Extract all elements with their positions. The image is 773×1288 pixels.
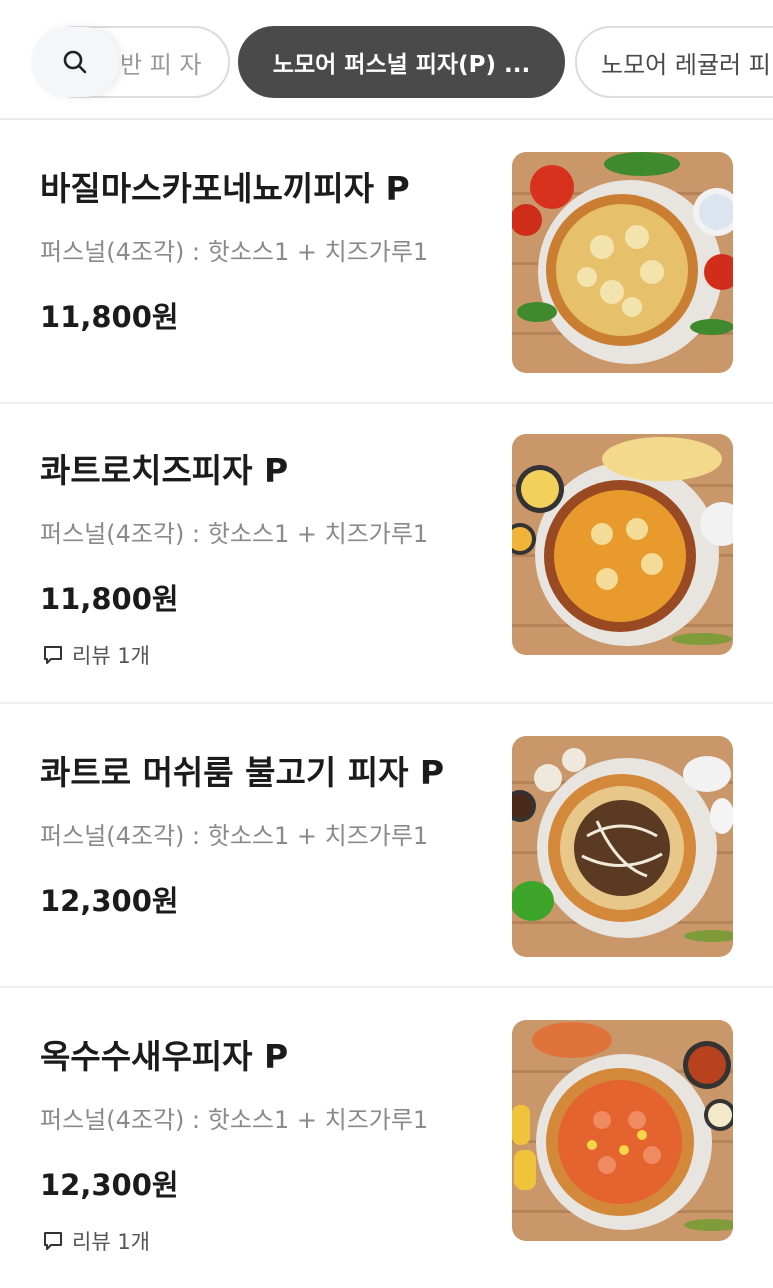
review-count[interactable]: 리뷰 1개 [42, 640, 150, 670]
menu-item-image[interactable] [512, 434, 733, 655]
menu-item-image[interactable] [512, 1020, 733, 1241]
menu-item[interactable]: 옥수수새우피자 P 퍼스널(4조각) : 핫소스1 + 치즈가루1 12,300… [0, 988, 773, 1288]
menu-item-name: 옥수수새우피자 P [40, 1037, 289, 1076]
menu-item-description: 퍼스널(4조각) : 핫소스1 + 치즈가루1 [40, 520, 429, 548]
category-tab-next-label: 노모어 레귤러 피 [601, 50, 771, 79]
menu-item-description: 퍼스널(4조각) : 핫소스1 + 치즈가루1 [40, 822, 429, 850]
review-count-label: 리뷰 1개 [72, 1230, 150, 1254]
category-tab-active[interactable]: 노모어 퍼스널 피자(P) ... [238, 26, 565, 98]
menu-item-name: 바질마스카포네뇨끼피자 P [40, 169, 410, 208]
menu-item-price: 12,300원 [40, 884, 179, 918]
menu-item[interactable]: 바질마스카포네뇨끼피자 P 퍼스널(4조각) : 핫소스1 + 치즈가루1 11… [0, 122, 773, 404]
category-tab-active-label: 노모어 퍼스널 피자(P) ... [272, 52, 531, 78]
review-count[interactable]: 리뷰 1개 [42, 1226, 150, 1256]
menu-item-price: 11,800원 [40, 582, 179, 616]
menu-item[interactable]: 콰트로치즈피자 P 퍼스널(4조각) : 핫소스1 + 치즈가루1 11,800… [0, 404, 773, 704]
review-count-label: 리뷰 1개 [72, 644, 150, 668]
menu-item[interactable]: 콰트로 머쉬룸 불고기 피자 P 퍼스널(4조각) : 핫소스1 + 치즈가루1… [0, 704, 773, 988]
menu-item-description: 퍼스널(4조각) : 핫소스1 + 치즈가루1 [40, 238, 429, 266]
menu-item-price: 11,800원 [40, 300, 179, 334]
speech-bubble-icon [44, 1232, 62, 1250]
search-icon [63, 50, 87, 74]
menu-item-image[interactable] [512, 736, 733, 957]
category-tab-next[interactable]: 노모어 레귤러 피 [575, 26, 773, 98]
menu-item-name: 콰트로치즈피자 P [40, 451, 289, 490]
category-tab-prev-label: 반 피 자 [120, 50, 202, 79]
menu-item-price: 12,300원 [40, 1168, 179, 1202]
menu-item-name: 콰트로 머쉬룸 불고기 피자 P [40, 753, 445, 792]
search-button[interactable] [31, 27, 119, 97]
menu-item-description: 퍼스널(4조각) : 핫소스1 + 치즈가루1 [40, 1106, 429, 1134]
speech-bubble-icon [44, 646, 62, 664]
category-tab-bar: 반 피 자 노모어 퍼스널 피자(P) ... 노모어 레귤러 피 [0, 0, 773, 120]
menu-item-image[interactable] [512, 152, 733, 373]
